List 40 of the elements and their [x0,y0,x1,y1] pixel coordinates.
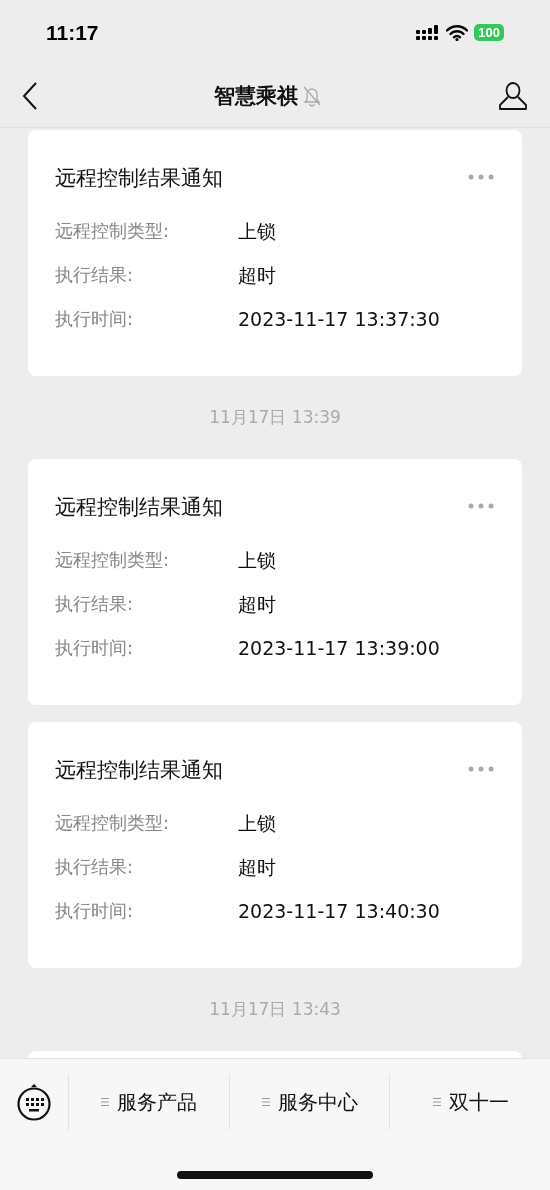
field-label: 执行结果: [55,263,135,287]
menu-item[interactable]: 服务中心 [228,1074,390,1130]
menu-lines-icon [100,1097,111,1107]
field-label: 远程控制类型: [55,219,171,243]
field-value: 上锁 [238,811,276,836]
menu-item[interactable]: 服务产品 [69,1074,229,1130]
menu-item[interactable]: 双十一 [389,1074,550,1130]
field-value: 超时 [238,855,276,880]
card-title: 远程控制结果通知 [55,494,223,521]
card-title: 远程控制结果通知 [55,165,223,192]
field-label: 执行时间: [55,307,135,331]
field-value: 上锁 [238,219,276,244]
signal-icon [416,24,441,41]
notification-card[interactable]: 远程控制结果通知 远程控制类型: 上锁 执行结果: 超时 执行时间: 2023-11-17 13:37:30 [28,130,522,376]
field-label: 执行结果: [55,855,135,879]
field-label: 远程控制类型: [55,548,171,572]
field-value: 上锁 [238,548,276,573]
chat-title: 智慧乘祺 [214,83,298,110]
clock: 11:17 [46,20,99,45]
notification-card[interactable]: 远程控制结果通知 远程控制类型: 上锁 执行结果: 超时 执行时间: 2023-11-17 13:40:30 [28,722,522,968]
field-value: 2023-11-17 13:40:30 [238,899,440,924]
back-icon[interactable] [22,82,38,110]
field-label: 执行时间: [55,636,135,660]
field-label: 执行结果: [55,592,135,616]
card-title: 远程控制结果通知 [55,757,223,784]
wifi-icon [446,24,469,41]
field-label: 执行时间: [55,899,135,923]
field-label: 远程控制类型: [55,811,171,835]
timestamp: 11月17日 13:43 [209,998,341,1021]
battery-indicator: 100 [474,24,504,41]
profile-icon[interactable] [498,81,528,111]
menu-lines-icon [431,1097,442,1107]
field-value: 2023-11-17 13:39:00 [238,636,440,661]
timestamp: 11月17日 13:39 [209,406,341,429]
menu-lines-icon [261,1097,271,1107]
field-value: 超时 [238,592,276,617]
field-value: 超时 [238,263,276,288]
notification-card[interactable]: 远程控制结果通知 远程控制类型: 上锁 执行结果: 超时 执行时间: 2023-11-17 13:39:00 [28,459,522,705]
keyboard-icon[interactable] [16,1082,52,1122]
field-value: 2023-11-17 13:37:30 [238,307,440,332]
